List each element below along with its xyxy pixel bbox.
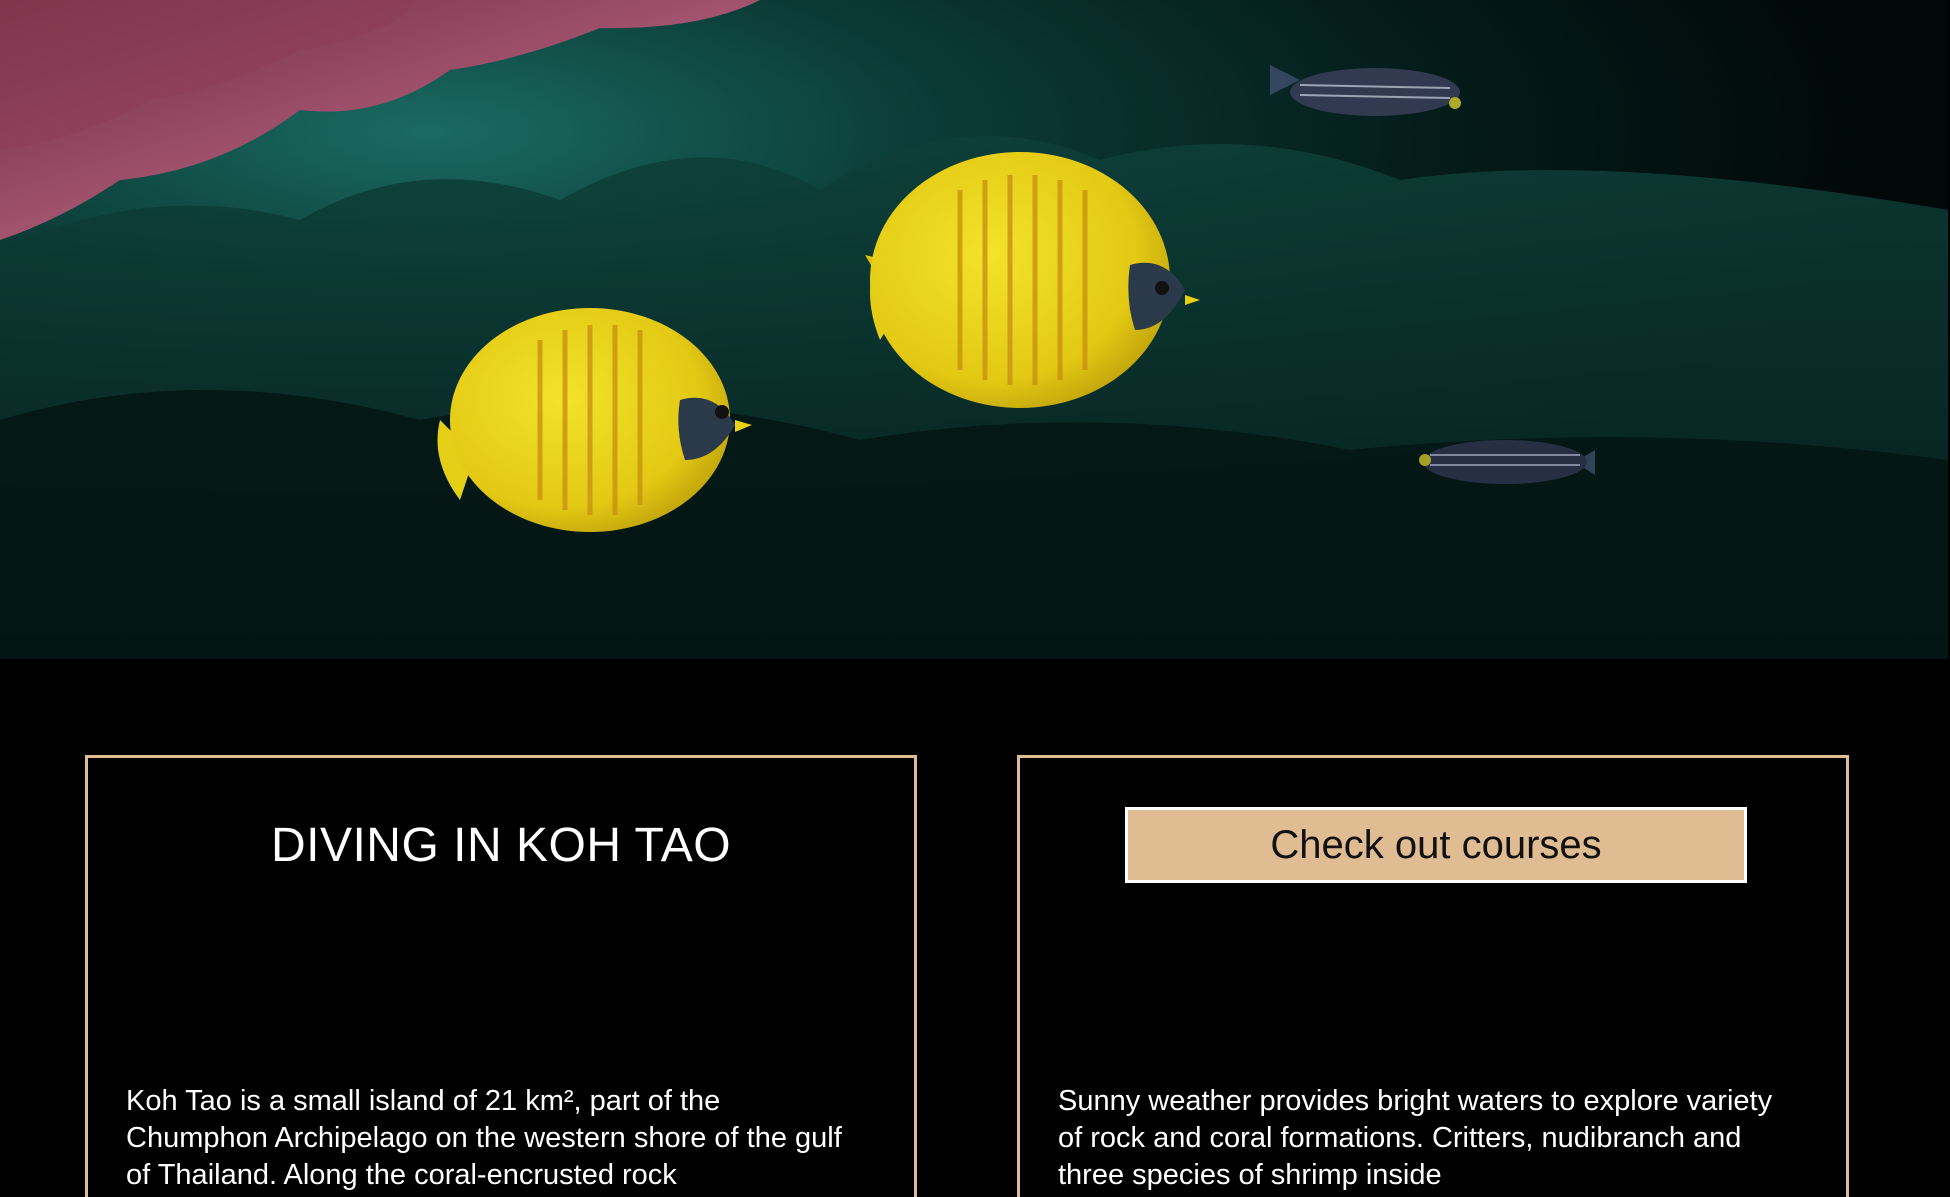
intro-text: Koh Tao is a small island of 21 km², par…: [126, 1085, 842, 1191]
check-out-courses-button[interactable]: Check out courses: [1125, 807, 1747, 883]
courses-card: Check out courses Sunny weather provides…: [1017, 755, 1849, 1197]
intro-card: DIVING IN KOH TAO Koh Tao is a small isl…: [85, 755, 917, 1197]
hero-image: [0, 0, 1948, 659]
page: DIVING IN KOH TAO Koh Tao is a small isl…: [0, 0, 1950, 1197]
courses-text: Sunny weather provides bright waters to …: [1058, 1085, 1773, 1191]
page-title: DIVING IN KOH TAO: [270, 819, 732, 872]
reef-fish-photo: [0, 0, 1948, 659]
